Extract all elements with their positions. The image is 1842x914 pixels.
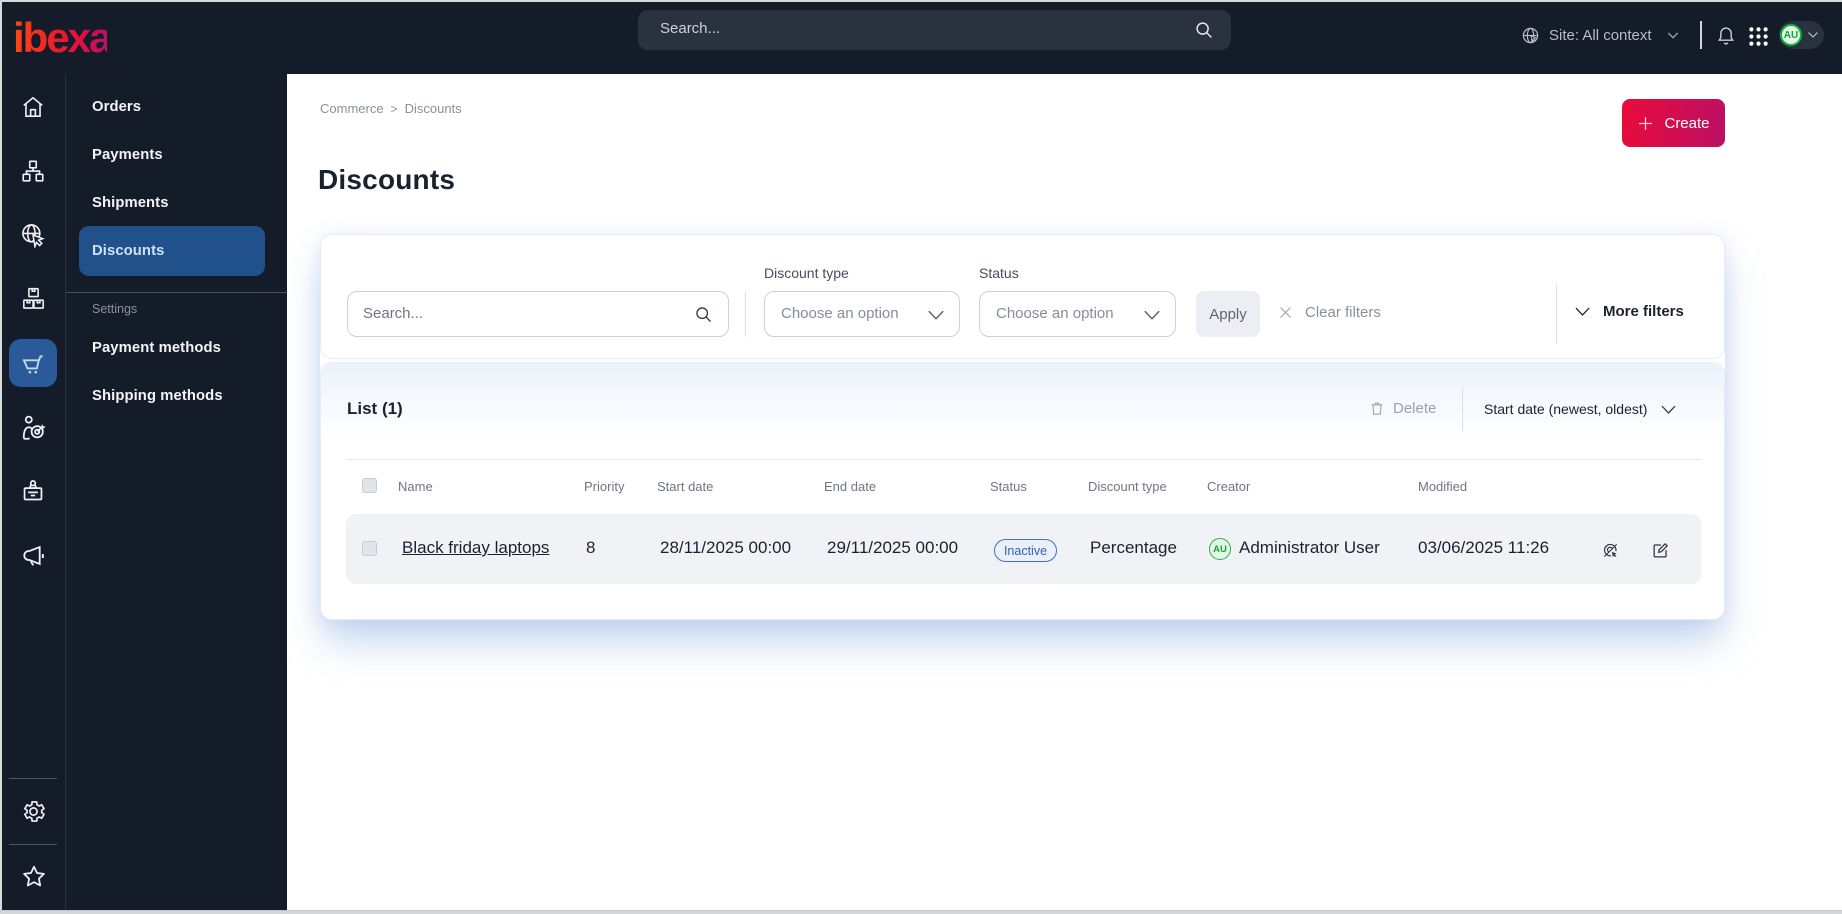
svg-text:ibexa: ibexa <box>15 14 107 58</box>
